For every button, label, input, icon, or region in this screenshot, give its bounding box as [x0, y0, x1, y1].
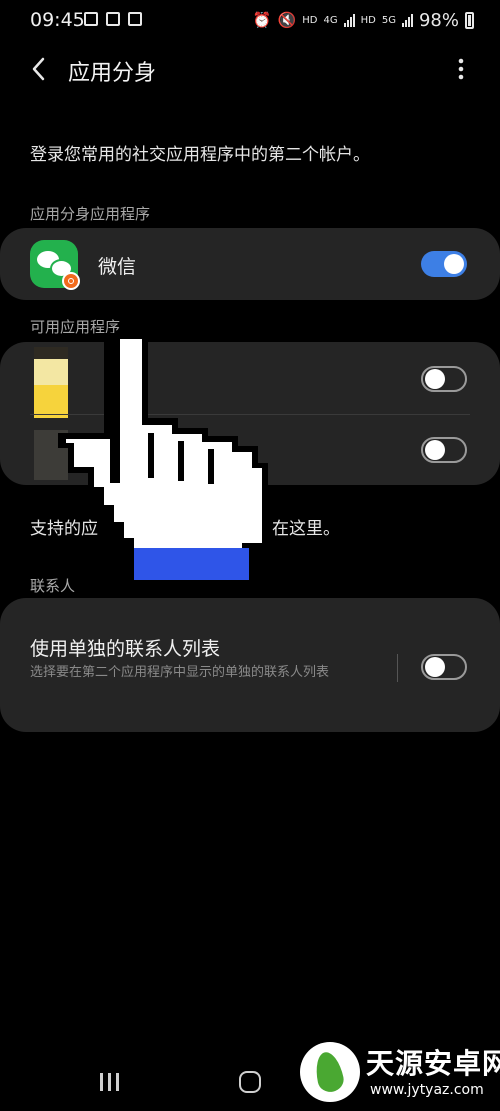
wechat-icon	[30, 240, 80, 290]
signal-icon	[343, 13, 355, 27]
hd-badge-2: HD	[360, 14, 376, 26]
more-vertical-icon	[458, 58, 464, 80]
clone-app-row-wechat[interactable]: 微信	[0, 228, 500, 300]
app-clone-toggle-2[interactable]	[421, 437, 467, 463]
hand-cursor-icon	[58, 333, 268, 583]
status-time: 09:45	[30, 9, 85, 31]
clone-badge-icon	[62, 272, 80, 290]
app-name: 微信	[98, 256, 137, 278]
more-options-button[interactable]	[448, 54, 474, 84]
wechat-clone-toggle[interactable]	[421, 251, 467, 277]
signal-icon-2	[401, 13, 413, 27]
separate-contacts-toggle[interactable]	[421, 654, 467, 680]
watermark-title: 天源安卓网	[366, 1047, 500, 1080]
chevron-left-icon	[32, 57, 45, 81]
separate-contacts-description: 选择要在第二个应用程序中显示的单独的联系人列表	[30, 665, 330, 680]
screen-icon	[128, 12, 142, 26]
recents-button[interactable]	[98, 1072, 122, 1092]
battery-percent: 98%	[418, 9, 459, 31]
hd-badge: HD	[302, 14, 318, 26]
section-label-contacts: 联系人	[30, 577, 76, 595]
watermark-url: www.jytyaz.com	[370, 1082, 484, 1098]
document-icon	[106, 12, 120, 26]
divider	[397, 654, 398, 682]
network-type: 4G	[323, 14, 338, 26]
home-button[interactable]	[239, 1071, 261, 1093]
watermark-logo	[300, 1042, 360, 1102]
separate-contacts-row[interactable]: 使用单独的联系人列表 选择要在第二个应用程序中显示的单独的联系人列表	[0, 598, 500, 732]
supported-apps-note-end: 在这里。	[272, 519, 340, 539]
status-bar: 09:45 ⏰ 🔇 HD 4G HD 5G 98%	[0, 0, 500, 40]
battery-icon	[465, 11, 474, 29]
mute-icon: 🔇	[277, 11, 297, 29]
screen: 09:45 ⏰ 🔇 HD 4G HD 5G 98% 应用分身 登录您常用的社交应…	[0, 0, 500, 1111]
page-title: 应用分身	[68, 61, 157, 86]
status-icons: ⏰ 🔇 HD 4G HD 5G 98%	[253, 9, 474, 31]
app-clone-toggle-1[interactable]	[421, 366, 467, 392]
alarm-icon: ⏰	[252, 11, 272, 29]
back-button[interactable]	[24, 54, 54, 84]
section-label-clone-apps: 应用分身应用程序	[30, 205, 151, 223]
watermark: 天源安卓网 www.jytyaz.com	[300, 1036, 500, 1106]
image-icon	[84, 12, 98, 26]
separate-contacts-title: 使用单独的联系人列表	[30, 638, 221, 660]
page-description: 登录您常用的社交应用程序中的第二个帐户。	[30, 145, 370, 165]
network-type-2: 5G	[381, 14, 396, 26]
